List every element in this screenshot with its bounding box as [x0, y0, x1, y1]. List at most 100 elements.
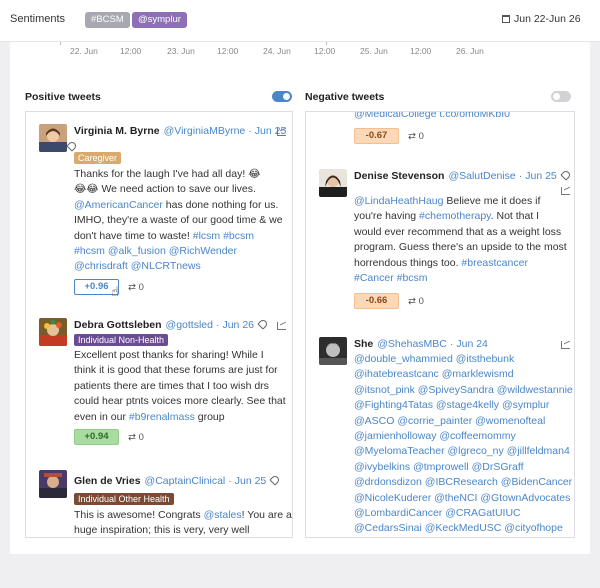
axis-label: 26. Jun	[456, 46, 484, 56]
stats-icon[interactable]	[561, 341, 570, 349]
tweet-link[interactable]: @MedicalCollege t.co/omoMKbI0	[354, 112, 510, 120]
separator-dot: ·	[228, 475, 232, 487]
tweet-link[interactable]: #Cancer #bcsm	[354, 272, 428, 284]
tweet-text: Thanks for the laugh I've had all day! 😂…	[74, 167, 292, 275]
tweet-author-handle[interactable]: @CaptainClinical · Jun 25	[145, 475, 267, 487]
stats-icon[interactable]	[277, 322, 286, 330]
tweet-link[interactable]: @ASCO @corrie_painter @womenofteal	[354, 415, 545, 427]
tweet-link[interactable]: @itsnot_pink @SpiveySandra @wildwestanni…	[354, 384, 573, 396]
tag-icon[interactable]	[257, 318, 269, 330]
tweet-text-segment: horrendous things too.	[354, 256, 462, 269]
tweet-text-line: @ASCO @corrie_painter @womenofteal	[354, 414, 572, 429]
tweet-link[interactable]: @CedarsSinai @KeckMedUSC @cityofhope	[354, 522, 563, 534]
separator-dot: ·	[215, 319, 220, 331]
axis-label: 23. Jun	[167, 46, 195, 56]
tweet-text-segment: could hear ptnts voices more clearly. Se…	[74, 395, 286, 408]
tweet-link[interactable]: @double_whammied @itsthebunk	[354, 353, 514, 365]
axis-label: 12:00	[217, 46, 239, 56]
tweet-text-line: @CedarsSinai @KeckMedUSC @cityofhope	[354, 521, 572, 536]
tweet-text-segment: ! You are a	[241, 509, 292, 521]
tweet-link[interactable]: #breastcancer	[461, 257, 528, 269]
tweet-link[interactable]: @jamienholloway @coffeemommy	[354, 430, 516, 442]
sentiment-score-badge[interactable]: -0.66	[354, 293, 399, 309]
retweet-icon: ⇄	[128, 282, 136, 293]
tweet-link[interactable]: @drdonsdizon @IBCResearch @BidenCancer	[354, 476, 572, 488]
separator-dot: ·	[248, 125, 252, 137]
stats-icon[interactable]	[277, 128, 286, 136]
tweet-link[interactable]: #chemotherapy	[419, 210, 491, 222]
tag-icon[interactable]	[269, 474, 281, 486]
tweet-link[interactable]: #b9renalmass	[129, 411, 195, 423]
tweet-author-handle[interactable]: @SalutDenise · Jun 25	[448, 170, 556, 182]
tweet-text-line: @ivybelkins @tmprowell @DrSGraff	[354, 460, 572, 475]
retweet-count-value: 0	[138, 282, 144, 293]
tweet-link[interactable]: @Fighting4Tatas @stage4kelly @symplur	[354, 399, 549, 411]
tweet-text-line: huge inspiration; this is very, very wel…	[74, 523, 292, 537]
tweet-author-handle[interactable]: @ShehasMBC · Jun 24	[377, 338, 488, 350]
tweet-text-segment: has done nothing for us.	[162, 198, 279, 211]
sentiment-score-badge[interactable]: +0.94	[74, 429, 119, 445]
tweet-text-line: program. Guess there's an upside to the …	[354, 240, 572, 255]
tweet-text-line: @double_whammied @itsthebunk	[354, 352, 572, 367]
tweet-date: Jun 24	[456, 338, 488, 350]
tweet-text-line: you're having #chemotherapy. Not that I	[354, 209, 572, 224]
tweet-text-segment: Thanks for the laugh I've had all day! 😂	[74, 168, 261, 180]
category-badge: Individual Non-Health	[74, 334, 169, 346]
tweet-link[interactable]: @LindaHeathHaug	[354, 195, 443, 207]
tweet-link[interactable]: @NicoleKuderer @theNCI @GtownAdvocates	[354, 492, 570, 504]
tweet-link[interactable]: @stales	[204, 509, 242, 521]
tweet-link[interactable]: #lcsm #bcsm	[193, 230, 254, 242]
tweet-link[interactable]: @ivybelkins @tmprowell @DrSGraff	[354, 461, 524, 473]
date-range-label: Jun 22-Jun 26	[514, 13, 581, 25]
sentiment-score-badge[interactable]: -0.67	[354, 128, 399, 144]
tweet-text-line: @drdonsdizon @IBCResearch @BidenCancer	[354, 475, 572, 490]
tweet-text-segment: huge inspiration; this is very, very wel…	[74, 524, 250, 537]
tweet-text-line: @MyelomaTeacher @lgreco_ny @jillfeldman4	[354, 444, 572, 459]
tag-icon[interactable]	[66, 140, 78, 152]
tweet-text-line: @ihatebreastcanc @marklewismd	[354, 367, 572, 382]
tweet-author-handle[interactable]: @gottsled · Jun 26	[166, 319, 254, 331]
tweet-link[interactable]: @ihatebreastcanc @marklewismd	[354, 368, 514, 380]
tweet-text-line: @chrisdraft @NLCRTnews	[74, 259, 292, 274]
tweet-text-line: could hear ptnts voices more clearly. Se…	[74, 394, 292, 409]
axis-label: 12:00	[120, 46, 142, 56]
tweet-date: Jun 25	[234, 475, 267, 487]
tweet-author-handle[interactable]: @VirginiaMByrne · Jun 25	[164, 125, 287, 137]
separator-dot: ·	[449, 338, 454, 350]
positive-tweets-toggle[interactable]	[272, 91, 292, 102]
tweet-user-line: Denise Stevenson @SalutDenise · Jun 25	[354, 169, 572, 182]
axis-label: 24. Jun	[263, 46, 291, 56]
tweet-text-line: horrendous things too. #breastcancer	[354, 256, 572, 271]
tweet-link[interactable]: @MyelomaTeacher @lgreco_ny @jillfeldman4	[354, 445, 570, 457]
tag-icon[interactable]	[560, 169, 572, 181]
tweet-text-line: think it is good that these forums are j…	[74, 363, 292, 378]
tweet-text-segment: patients there are times that I too wish…	[74, 379, 269, 392]
tweet-text-line: #Cancer #bcsm	[354, 271, 572, 286]
tweet-text-line: don't have time to waste! #lcsm #bcsm	[74, 229, 292, 244]
positive-tweets-list[interactable]: Virginia M. Byrne @VirginiaMByrne · Jun 25 …	[25, 111, 293, 538]
negative-tweets-list[interactable]: @MedicalCollege t.co/omoMKbI0 -0.67 ⇄ 0 …	[305, 111, 575, 538]
retweet-icon: ⇄	[128, 432, 136, 443]
tweet-link[interactable]: #hcsm @alk_fusion @RichWender	[74, 245, 237, 257]
date-range[interactable]: Jun 22-Jun 26	[502, 13, 581, 25]
category-badge: Caregiver	[74, 152, 122, 164]
tweet-link[interactable]: @chrisdraft @NLCRTnews	[74, 260, 201, 272]
calendar-icon	[502, 15, 510, 23]
negative-tweets-toggle[interactable]	[551, 91, 571, 102]
tweet-user-line: Glen de Vries @CaptainClinical · Jun 25	[74, 474, 281, 487]
tweet-link[interactable]: @AmericanCancer	[74, 199, 163, 211]
timeline-axis: 22. Jun 12:00 23. Jun 12:00 24. Jun 12:0…	[10, 42, 590, 58]
positive-tweets-title: Positive tweets	[25, 91, 101, 103]
filter-tag-symplur[interactable]: @symplur	[132, 12, 187, 28]
tweet-author-name: Glen de Vries	[74, 475, 141, 487]
axis-label: 22. Jun	[70, 46, 98, 56]
retweet-icon: ⇄	[408, 131, 416, 142]
retweet-icon: ⇄	[408, 296, 416, 307]
tweet-link[interactable]: @LombardiCancer @CRAGatUIUC	[354, 507, 521, 519]
filter-tag-bcsm[interactable]: #BCSM	[85, 12, 130, 28]
tweet-text-line: @UCLAHealth @GulfPerfectMoms Kill be	[354, 537, 572, 538]
avatar	[39, 470, 67, 498]
tweet-text: Excellent post thanks for sharing! While…	[74, 348, 292, 425]
tweet-user-line: She @ShehasMBC · Jun 24	[354, 338, 488, 350]
tweet-handle-text: @VirginiaMByrne	[163, 125, 246, 137]
